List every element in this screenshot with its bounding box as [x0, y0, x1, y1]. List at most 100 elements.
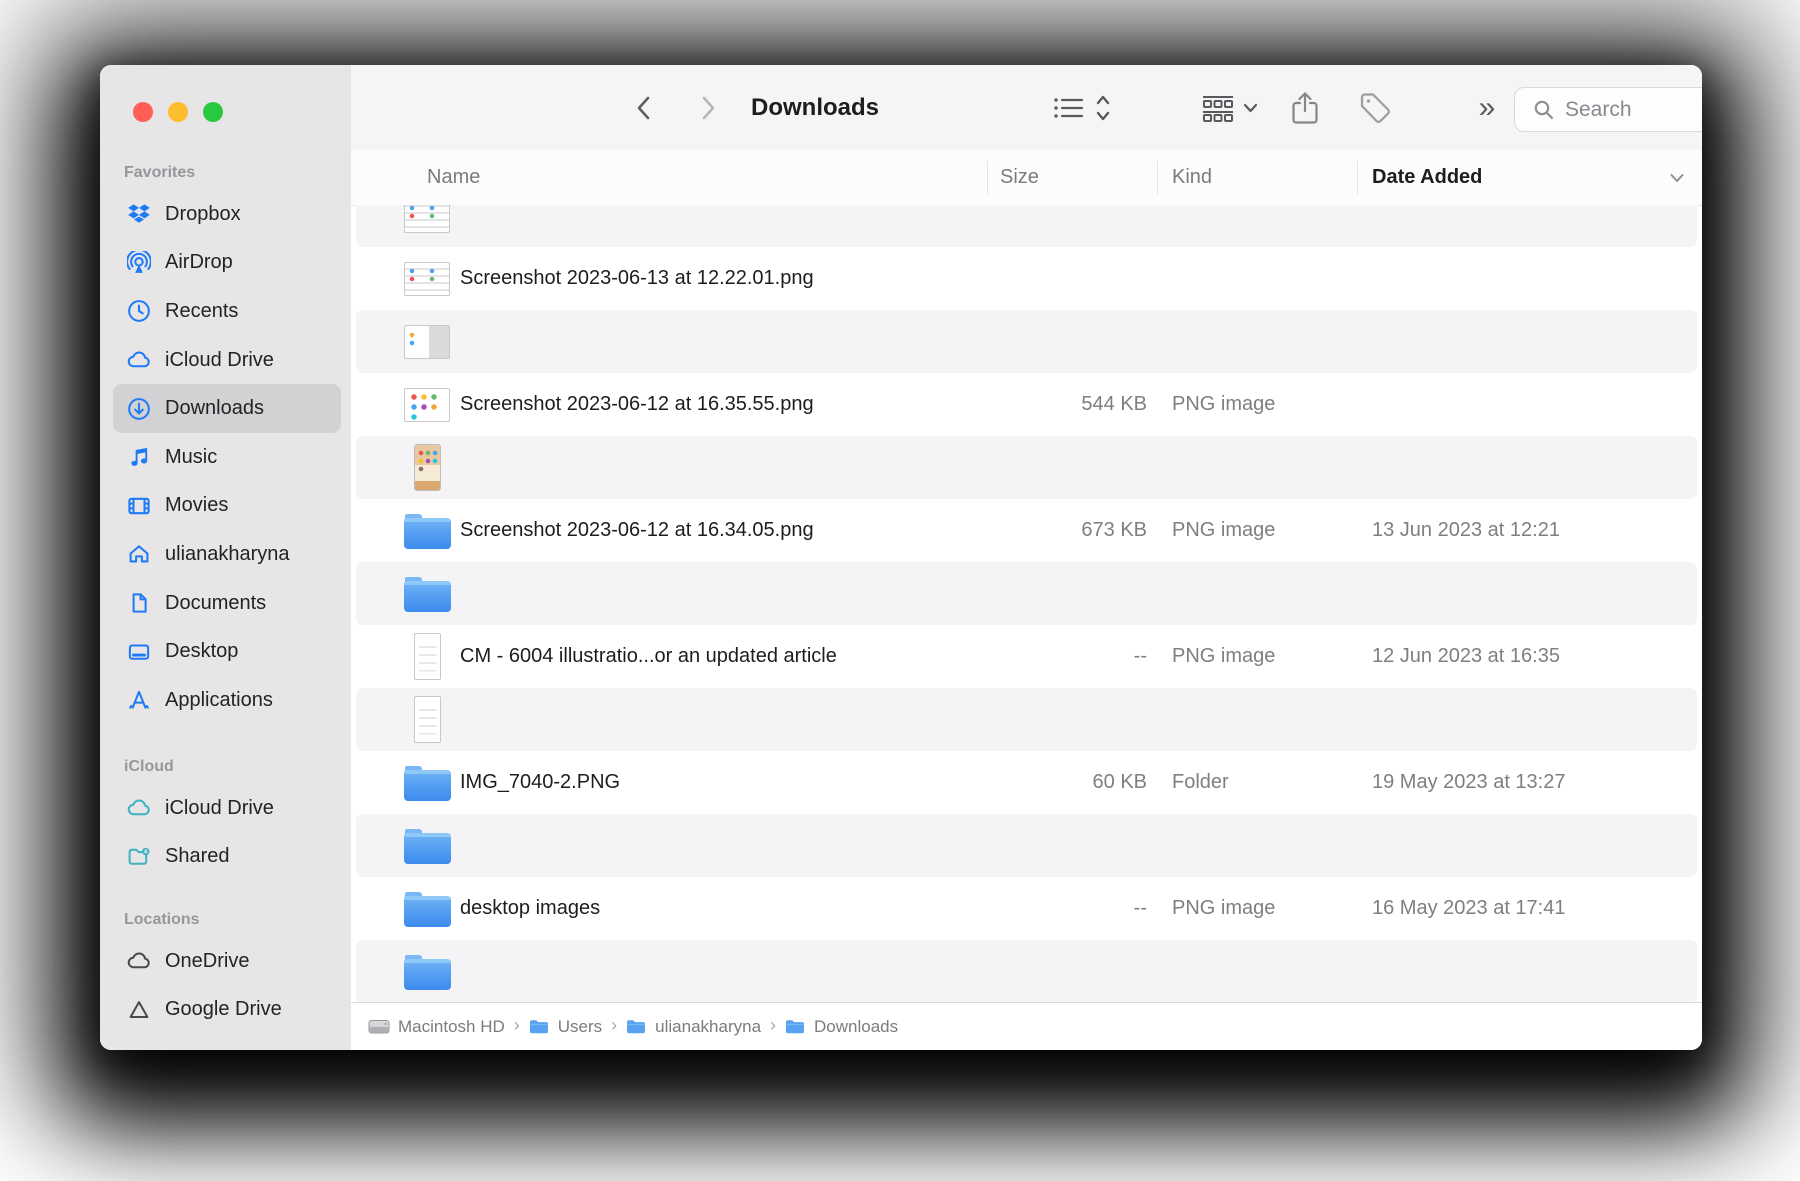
path-item-downloads[interactable]: Downloads	[785, 1017, 898, 1037]
file-row[interactable]: desktop images--Folder6 Dec 2022 at 16:1…	[351, 814, 1702, 982]
sidebar-item-label: Recents	[165, 299, 239, 322]
list-view-icon	[1053, 97, 1083, 118]
path-item-ulianakharyna[interactable]: ulianakharyna	[626, 1017, 761, 1037]
path-separator-chevron: ›	[770, 1015, 777, 1035]
path-item-label: ulianakharyna	[655, 1016, 762, 1036]
forward-button[interactable]	[685, 65, 731, 150]
sidebar-item-downloads[interactable]: Downloads	[113, 384, 341, 433]
folder-icon	[397, 814, 457, 877]
sidebar-section-label: Favorites	[124, 164, 196, 181]
column-divider[interactable]	[1157, 161, 1158, 194]
sidebar-item-google-drive[interactable]: Google Drive	[113, 986, 341, 1035]
sidebar-item-label: Documents	[165, 591, 267, 614]
home-icon	[124, 541, 154, 567]
file-row[interactable]: Screenshot 2023-06-12 at 16.35.55.png 397…	[351, 310, 1702, 604]
sidebar-section-favorites: Favorites Dropbox AirDrop Recents iCloud Dri…	[100, 161, 351, 725]
folder-icon	[397, 877, 457, 940]
file-row[interactable]: photos -- Folder 19 May 2023 at 13:27	[351, 499, 1702, 793]
screenshot-canvas: Favorites Dropbox AirDrop Recents iCloud Dri…	[0, 0, 1800, 1181]
folder-icon	[397, 751, 457, 814]
file-row[interactable]: IMG_7040-2.PNG 33 KB PNG image 16 May 2023 …	[351, 688, 1702, 982]
music-note-icon	[124, 444, 154, 470]
chevron-left-icon	[637, 96, 650, 119]
sidebar-item-documents[interactable]: Documents	[113, 579, 341, 628]
sidebar-item-label: Applications	[165, 688, 273, 711]
file-row[interactable]: Screenshot 2023-06-13 at 12.22.01.png 457…	[351, 205, 1702, 478]
screenshot-thumbnail-icon	[397, 310, 457, 373]
sidebar-item-icloud-drive[interactable]: iCloud Drive	[113, 784, 341, 833]
chevron-down-icon	[1243, 103, 1257, 112]
zoom-window-button[interactable]	[203, 102, 223, 122]
downloads-circle-icon	[124, 396, 154, 422]
file-row[interactable]: Screenshot 2023-06-12 at 16.35.32.png 673…	[351, 373, 1702, 667]
minimize-window-button[interactable]	[168, 102, 188, 122]
desktop-icon	[124, 639, 154, 665]
path-separator-chevron: ›	[611, 1015, 618, 1035]
more-toolbar-items-button[interactable]: »	[1459, 65, 1515, 156]
sidebar-item-label: AirDrop	[165, 251, 233, 274]
sidebar-item-dropbox[interactable]: Dropbox	[113, 190, 341, 239]
folder-icon	[397, 499, 457, 562]
file-row[interactable]: IMG_7039-2.PNG 60 KB PNG image 16 May 2023 …	[351, 625, 1702, 919]
column-header-date-added[interactable]: Date Added	[1372, 150, 1482, 205]
sidebar-item-movies[interactable]: Movies	[113, 482, 341, 531]
file-list: Screenshot 2023-06-13 at 12.22.01.png 457…	[351, 205, 1702, 1003]
file-row[interactable]: CM - 6004 illustratio...or an updated ar…	[351, 562, 1702, 856]
folder-small-icon	[785, 1018, 806, 1035]
search-icon	[1534, 100, 1554, 119]
column-divider[interactable]	[1357, 161, 1358, 194]
path-item-label: Macintosh HD	[398, 1016, 505, 1036]
file-row[interactable]: Safe mode, SMC pics--Folder22 Feb 2023 a…	[351, 751, 1702, 982]
share-button[interactable]	[1277, 65, 1333, 150]
file-row[interactable]: Screenshot 2023-06-13 at 12.21.08.png 544…	[351, 247, 1702, 541]
column-divider[interactable]	[987, 161, 988, 194]
sidebar-item-recents[interactable]: Recents	[113, 287, 341, 336]
cloud-icon	[124, 948, 154, 974]
sort-chevron-icon[interactable]	[1669, 150, 1685, 205]
path-item-macintosh-hd[interactable]: Macintosh HD	[368, 1017, 505, 1037]
finder-window: Favorites Dropbox AirDrop Recents iCloud Dri…	[100, 65, 1702, 1050]
sidebar-item-label: Shared	[165, 845, 230, 868]
window-title: Downloads	[751, 93, 880, 121]
sidebar-item-label: ulianakharyna	[165, 542, 290, 565]
sidebar-item-desktop[interactable]: Desktop	[113, 627, 341, 676]
group-grid-icon	[1202, 95, 1233, 122]
sidebar-item-label: Music	[165, 445, 218, 468]
sidebar-item-ulianakharyna[interactable]: ulianakharyna	[113, 530, 341, 579]
file-row[interactable]: screenshots--Folder25 Nov 2022 at 17:42	[351, 940, 1702, 1003]
icloud-cloud-icon	[124, 347, 154, 373]
search-field[interactable]: Search	[1514, 87, 1702, 132]
sidebar-item-airdrop[interactable]: AirDrop	[113, 239, 341, 288]
path-separator-chevron: ›	[513, 1015, 520, 1035]
path-item-users[interactable]: Users	[529, 1017, 602, 1037]
sidebar-item-onedrive[interactable]: OneDrive	[113, 937, 341, 986]
double-chevron-icon: »	[1478, 90, 1496, 124]
chevron-up-down-icon	[1096, 95, 1109, 120]
close-window-button[interactable]	[133, 102, 153, 122]
path-bar: Macintosh HD › Users › ulianakharyna › Downloa…	[351, 1002, 1702, 1050]
appstore-icon	[124, 687, 154, 713]
sidebar-item-shared[interactable]: Shared	[113, 833, 341, 882]
file-row[interactable]: screenshots unsorted--Folder29 Nov 2022 …	[351, 877, 1702, 982]
view-style-button[interactable]	[1027, 65, 1137, 150]
sidebar-item-music[interactable]: Music	[113, 433, 341, 482]
dropbox-icon	[124, 201, 154, 227]
column-header-size[interactable]: Size	[1000, 150, 1039, 205]
sidebar-item-label: iCloud Drive	[165, 796, 274, 819]
sidebar: Favorites Dropbox AirDrop Recents iCloud Dri…	[100, 65, 352, 1050]
screenshot-thumbnail-icon	[397, 436, 457, 499]
column-header-kind[interactable]: Kind	[1172, 150, 1212, 205]
folder-small-icon	[529, 1018, 550, 1035]
sidebar-section-icloud: iCloud iCloud Drive Shared	[100, 755, 351, 881]
file-row[interactable]: Screenshot 2023-06-12 at 16.34.05.png 1,7…	[351, 436, 1702, 730]
film-icon	[124, 493, 154, 519]
sidebar-item-label: iCloud Drive	[165, 348, 274, 371]
main-pane: Downloads » Search Name Size Kind Date A…	[351, 65, 1702, 1050]
tag-button[interactable]	[1347, 65, 1403, 150]
column-header-name[interactable]: Name	[427, 150, 480, 205]
image-thumbnail-icon	[397, 688, 457, 751]
sidebar-item-icloud-drive[interactable]: iCloud Drive	[113, 336, 341, 385]
group-by-button[interactable]	[1179, 65, 1279, 150]
sidebar-item-applications[interactable]: Applications	[113, 676, 341, 725]
back-button[interactable]	[621, 65, 667, 150]
